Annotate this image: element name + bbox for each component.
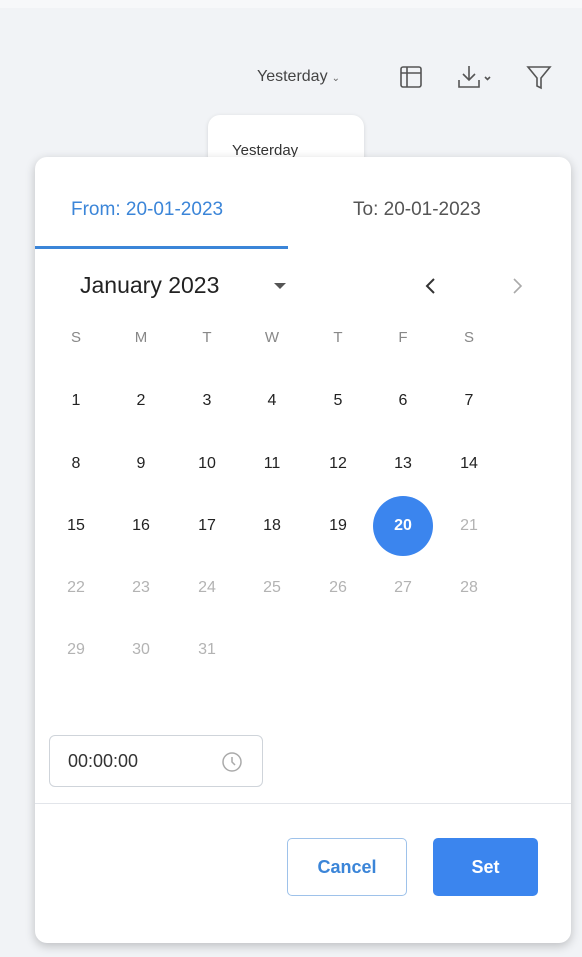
month-dropdown-icon[interactable]	[269, 275, 291, 297]
day-number: 27	[394, 579, 412, 596]
date-picker-panel: From: 20-01-2023 To: 20-01-2023 January …	[35, 157, 571, 943]
day-cell[interactable]: 17	[177, 506, 237, 546]
day-number: 11	[263, 455, 281, 472]
day-number: 26	[329, 579, 347, 596]
day-number: 6	[398, 392, 408, 409]
day-cell: 21	[439, 506, 499, 546]
range-label: Yesterday	[257, 68, 328, 85]
day-number: 30	[132, 641, 150, 658]
day-number: 20	[394, 517, 412, 534]
top-strip	[0, 0, 582, 8]
day-number: 7	[464, 392, 474, 409]
day-cell: 25	[242, 568, 302, 608]
day-cell: 23	[111, 568, 171, 608]
day-number: 10	[198, 455, 216, 472]
day-cell[interactable]: 8	[46, 444, 106, 484]
date-tabs: From: 20-01-2023 To: 20-01-2023	[35, 157, 571, 249]
day-cell[interactable]: 19	[308, 506, 368, 546]
day-number: 31	[198, 641, 216, 658]
filter-icon[interactable]	[524, 62, 554, 92]
month-label: January 2023	[80, 272, 220, 298]
day-number: 5	[333, 392, 343, 409]
day-cell[interactable]: 7	[439, 381, 499, 421]
day-cell: 27	[373, 568, 433, 608]
weekday-label: T	[333, 328, 343, 346]
table-layout-icon[interactable]	[396, 62, 426, 92]
day-number: 28	[460, 579, 478, 596]
day-cell[interactable]: 2	[111, 381, 171, 421]
day-cell: 22	[46, 568, 106, 608]
day-cell[interactable]: 6	[373, 381, 433, 421]
day-cell[interactable]: 4	[242, 381, 302, 421]
day-number: 12	[329, 455, 347, 472]
day-number: 1	[71, 392, 81, 409]
previous-month-icon[interactable]	[419, 274, 443, 298]
active-tab-indicator	[35, 246, 288, 249]
day-number: 22	[67, 579, 85, 596]
day-number: 4	[267, 392, 277, 409]
set-button[interactable]: Set	[433, 838, 538, 896]
weekday-label: F	[398, 328, 408, 346]
weekday-label: S	[70, 328, 81, 346]
day-cell[interactable]: 3	[177, 381, 237, 421]
day-number: 24	[198, 579, 216, 596]
day-number: 8	[71, 455, 81, 472]
time-field[interactable]	[49, 735, 263, 787]
day-number: 18	[263, 517, 281, 534]
day-cell: 28	[439, 568, 499, 608]
day-cell: 29	[46, 630, 106, 670]
day-number: 2	[136, 392, 146, 409]
day-cell: 31	[177, 630, 237, 670]
day-cell: 30	[111, 630, 171, 670]
clock-icon[interactable]	[220, 750, 244, 774]
footer-divider	[35, 803, 571, 804]
month-header: January 2023	[35, 267, 571, 307]
time-input[interactable]	[68, 749, 198, 773]
day-cell[interactable]: 12	[308, 444, 368, 484]
day-number: 19	[329, 517, 347, 534]
toolbar: Yesterday ⌄	[0, 60, 582, 94]
day-cell: 24	[177, 568, 237, 608]
day-number: 25	[263, 579, 281, 596]
day-cell[interactable]: 5	[308, 381, 368, 421]
chevron-down-icon: ⌄	[331, 72, 340, 84]
day-cell[interactable]: 10	[177, 444, 237, 484]
tab-to[interactable]: To: 20-01-2023	[353, 199, 481, 221]
weekday-label: W	[264, 328, 280, 346]
day-cell[interactable]: 11	[242, 444, 302, 484]
day-cell[interactable]: 18	[242, 506, 302, 546]
day-cell[interactable]: 1	[46, 381, 106, 421]
day-number: 16	[132, 517, 150, 534]
day-number: 14	[460, 455, 478, 472]
day-number: 15	[67, 517, 85, 534]
download-icon[interactable]	[456, 62, 496, 92]
day-number: 13	[394, 455, 412, 472]
weekday-label: M	[134, 328, 148, 346]
day-cell[interactable]: 9	[111, 444, 171, 484]
day-cell: 26	[308, 568, 368, 608]
weekday-label: S	[463, 328, 474, 346]
day-number: 17	[198, 517, 216, 534]
day-cell-selected[interactable]: 20	[373, 496, 433, 556]
day-cell[interactable]: 14	[439, 444, 499, 484]
day-cell[interactable]: 16	[111, 506, 171, 546]
day-number: 3	[202, 392, 212, 409]
tab-from[interactable]: From: 20-01-2023	[71, 199, 223, 221]
next-month-icon[interactable]	[505, 274, 529, 298]
day-cell[interactable]: 15	[46, 506, 106, 546]
cancel-button[interactable]: Cancel	[287, 838, 407, 896]
day-cell[interactable]: 13	[373, 444, 433, 484]
range-selector[interactable]: Yesterday ⌄	[257, 68, 340, 86]
day-number: 23	[132, 579, 150, 596]
day-number: 29	[67, 641, 85, 658]
weekday-label: T	[202, 328, 212, 346]
day-number: 9	[136, 455, 146, 472]
day-number: 21	[460, 517, 478, 534]
